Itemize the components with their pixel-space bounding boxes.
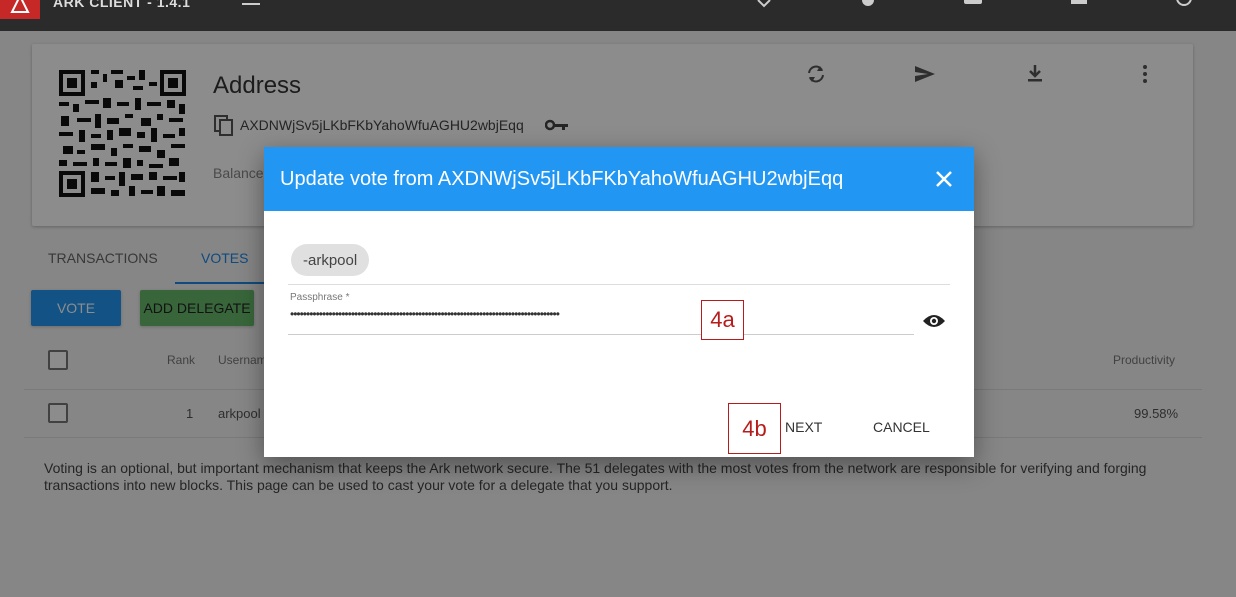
app-title: ARK CLIENT - 1.4.1 <box>53 0 191 10</box>
calculator-icon[interactable] <box>1069 0 1089 10</box>
dialog-header: Update vote from AXDNWjSv5jLKbFKbYahoWfu… <box>264 147 974 211</box>
dialog-title: Update vote from AXDNWjSv5jLKbFKbYahoWfu… <box>280 168 844 190</box>
network-icon[interactable] <box>754 0 774 10</box>
cancel-button[interactable]: CANCEL <box>873 419 930 435</box>
passphrase-input[interactable]: ••••••••••••••••••••••••••••••••••••••••… <box>290 307 560 321</box>
delegate-chip[interactable]: -arkpool <box>291 244 370 276</box>
callout-4b: 4b <box>728 403 781 454</box>
import-icon[interactable] <box>963 0 983 10</box>
chip-divider <box>288 284 950 285</box>
update-vote-dialog: Update vote from AXDNWjSv5jLKbFKbYahoWfu… <box>264 147 974 457</box>
passphrase-label: Passphrase * <box>290 292 350 303</box>
ark-logo-icon <box>0 0 40 19</box>
power-icon[interactable] <box>1174 0 1194 10</box>
settings-icon[interactable] <box>858 0 878 10</box>
menu-icon[interactable] <box>242 2 260 5</box>
close-icon[interactable] <box>934 169 954 189</box>
eye-icon[interactable] <box>922 313 946 329</box>
callout-4a: 4a <box>701 300 744 340</box>
passphrase-underline <box>288 334 914 335</box>
top-bar: ARK CLIENT - 1.4.1 <box>0 0 1236 31</box>
next-button[interactable]: NEXT <box>785 419 822 435</box>
